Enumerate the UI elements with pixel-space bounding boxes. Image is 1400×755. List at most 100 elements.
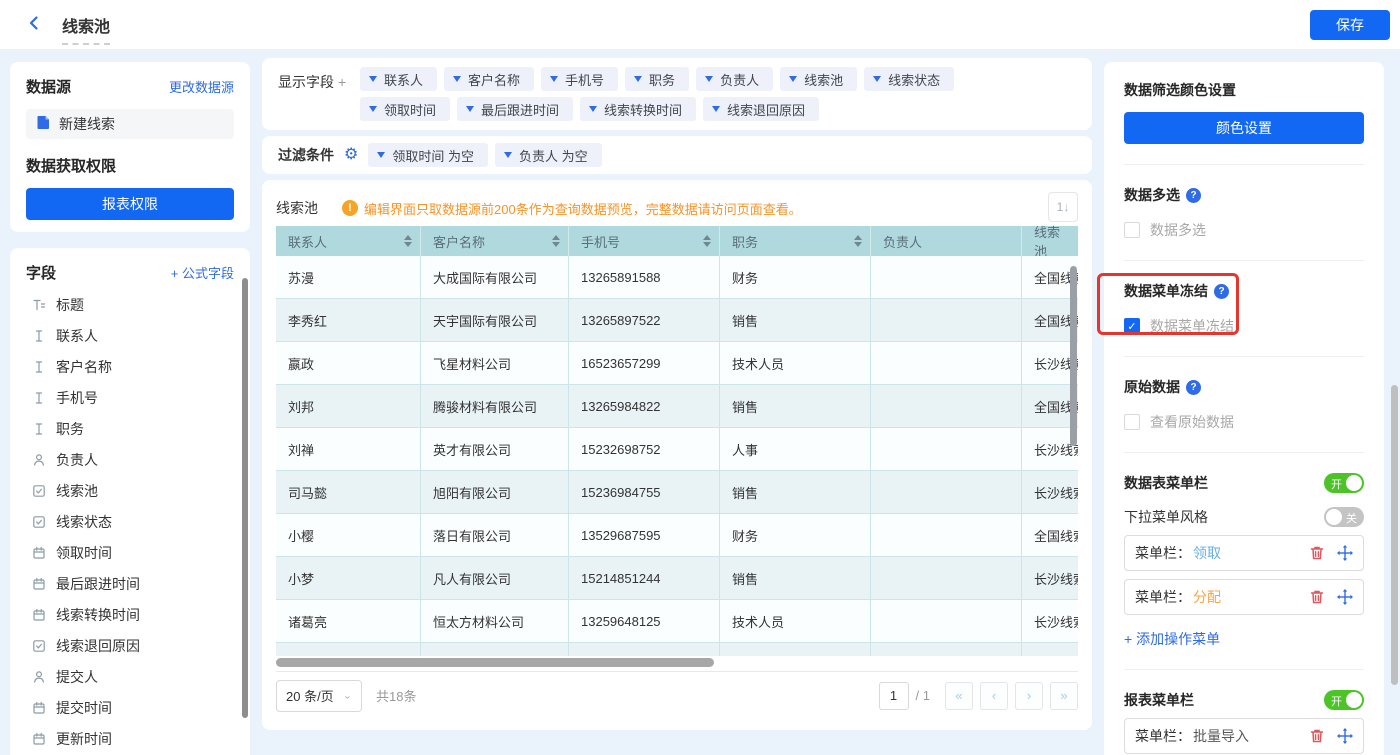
fields-scrollbar[interactable] bbox=[242, 278, 248, 718]
display-field-chip-联系人[interactable]: 联系人 bbox=[360, 67, 437, 91]
column-header-线索池[interactable]: 线索池 bbox=[1022, 226, 1078, 256]
filter-chip-领取时间 为空[interactable]: 领取时间 为空 bbox=[368, 143, 488, 167]
table-cell bbox=[1022, 643, 1078, 656]
first-page-button[interactable]: « bbox=[945, 682, 973, 710]
table-row[interactable]: 小梦凡人有限公司15214851244销售长沙线索 bbox=[276, 557, 1078, 600]
field-item-线索状态[interactable]: 线索状态 bbox=[26, 506, 234, 537]
report-permission-button[interactable]: 报表权限 bbox=[26, 188, 234, 220]
column-header-负责人[interactable]: 负责人 bbox=[871, 226, 1022, 256]
display-field-chip-线索状态[interactable]: 线索状态 bbox=[864, 67, 954, 91]
table-row[interactable]: 刘禅英才有限公司15232698752人事长沙线索 bbox=[276, 428, 1078, 471]
display-field-chip-线索转换时间[interactable]: 线索转换时间 bbox=[580, 97, 696, 121]
table-row[interactable]: 司马懿旭阳有限公司15236984755销售长沙线索 bbox=[276, 471, 1078, 514]
field-item-标题[interactable]: 标题 bbox=[26, 289, 234, 320]
save-button[interactable]: 保存 bbox=[1310, 10, 1390, 40]
field-label: 联系人 bbox=[56, 326, 98, 346]
multi-select-checkbox-row[interactable]: 数据多选 bbox=[1124, 220, 1364, 240]
table-row[interactable]: 诸葛亮恒太方材料公司13259648125技术人员长沙线索 bbox=[276, 600, 1078, 643]
question-icon[interactable]: ? bbox=[1186, 188, 1201, 203]
chevron-down-icon bbox=[873, 76, 881, 82]
move-icon[interactable] bbox=[1337, 545, 1353, 561]
question-icon[interactable]: ? bbox=[1214, 284, 1229, 299]
calendar-icon bbox=[32, 732, 46, 746]
field-item-线索池[interactable]: 线索池 bbox=[26, 475, 234, 506]
field-item-线索退回原因[interactable]: 线索退回原因 bbox=[26, 630, 234, 661]
table-cell bbox=[276, 643, 421, 656]
field-item-提交人[interactable]: 提交人 bbox=[26, 661, 234, 692]
display-field-chip-领取时间[interactable]: 领取时间 bbox=[360, 97, 450, 121]
table-menu-toggle[interactable]: 开 bbox=[1324, 473, 1364, 493]
table-row[interactable]: 小樱落日有限公司13529687595财务全国线索 bbox=[276, 514, 1078, 557]
page-number-input[interactable]: 1 bbox=[879, 682, 909, 710]
raw-data-checkbox-row[interactable]: 查看原始数据 bbox=[1124, 412, 1364, 432]
field-item-领取时间[interactable]: 领取时间 bbox=[26, 537, 234, 568]
multi-select-checkbox[interactable] bbox=[1124, 222, 1140, 238]
display-field-chip-线索退回原因[interactable]: 线索退回原因 bbox=[703, 97, 819, 121]
chip-label: 线索状态 bbox=[888, 70, 940, 89]
table-row[interactable]: 李秀红天宇国际有限公司13265897522销售全国线索 bbox=[276, 299, 1078, 342]
page-size-select[interactable]: 20 条/页 ⌄ bbox=[276, 680, 362, 712]
field-item-职务[interactable]: 职务 bbox=[26, 413, 234, 444]
table-cell: 销售 bbox=[720, 471, 871, 514]
table-cell: 长沙线索 bbox=[1022, 600, 1078, 643]
gear-icon[interactable]: ⚙ bbox=[344, 147, 358, 163]
sort-icon[interactable] bbox=[552, 235, 560, 247]
column-header-职务[interactable]: 职务 bbox=[720, 226, 871, 256]
prev-page-button[interactable]: ‹ bbox=[980, 682, 1008, 710]
dropdown-style-toggle[interactable]: 关 bbox=[1324, 507, 1364, 527]
sort-icon[interactable] bbox=[854, 235, 862, 247]
field-item-联系人[interactable]: 联系人 bbox=[26, 320, 234, 351]
table-cell: 人事 bbox=[720, 428, 871, 471]
datasource-item[interactable]: 新建线索 bbox=[26, 109, 234, 139]
column-header-客户名称[interactable]: 客户名称 bbox=[421, 226, 569, 256]
menu-freeze-checkbox-row[interactable]: ✓ 数据菜单冻结 bbox=[1124, 316, 1364, 336]
field-item-负责人[interactable]: 负责人 bbox=[26, 444, 234, 475]
window-scrollbar[interactable] bbox=[1391, 385, 1398, 685]
table-row[interactable]: 嬴政飞星材料公司16523657299技术人员长沙线索 bbox=[276, 342, 1078, 385]
back-button[interactable] bbox=[26, 15, 42, 34]
chevron-down-icon bbox=[634, 76, 642, 82]
field-item-客户名称[interactable]: 客户名称 bbox=[26, 351, 234, 382]
horizontal-scroll-thumb[interactable] bbox=[276, 658, 714, 667]
question-icon[interactable]: ? bbox=[1186, 380, 1201, 395]
preview-notice: 编辑界面只取数据源前200条作为查询数据预览，完整数据请访问页面查看。 bbox=[364, 199, 802, 218]
color-setting-button[interactable]: 颜色设置 bbox=[1124, 112, 1364, 144]
add-formula-field-link[interactable]: + 公式字段 bbox=[171, 263, 234, 282]
field-item-更新时间[interactable]: 更新时间 bbox=[26, 723, 234, 754]
next-page-button[interactable]: › bbox=[1015, 682, 1043, 710]
move-icon[interactable] bbox=[1337, 589, 1353, 605]
table-row[interactable]: 刘邦腾骏材料有限公司13265984822销售全国线索 bbox=[276, 385, 1078, 428]
sort-order-button[interactable]: 1↓ bbox=[1048, 192, 1078, 222]
table-header-row: 联系人客户名称手机号职务负责人线索池 bbox=[276, 226, 1078, 256]
field-item-线索转换时间[interactable]: 线索转换时间 bbox=[26, 599, 234, 630]
last-page-button[interactable]: » bbox=[1050, 682, 1078, 710]
move-icon[interactable] bbox=[1337, 728, 1353, 744]
trash-icon[interactable] bbox=[1309, 589, 1325, 605]
table-vertical-scrollbar[interactable] bbox=[1070, 266, 1077, 446]
settings-panel: 数据筛选颜色设置 颜色设置 数据多选 ? 数据多选 数据菜单冻结 ? ✓ 数据菜… bbox=[1104, 62, 1384, 755]
display-field-chip-线索池[interactable]: 线索池 bbox=[780, 67, 857, 91]
display-field-chip-最后跟进时间[interactable]: 最后跟进时间 bbox=[457, 97, 573, 121]
add-action-menu-link[interactable]: + 添加操作菜单 bbox=[1124, 629, 1220, 649]
trash-icon[interactable] bbox=[1309, 545, 1325, 561]
calendar-icon bbox=[32, 577, 46, 591]
field-item-最后跟进时间[interactable]: 最后跟进时间 bbox=[26, 568, 234, 599]
report-menu-toggle[interactable]: 开 bbox=[1324, 690, 1364, 710]
trash-icon[interactable] bbox=[1309, 728, 1325, 744]
column-header-联系人[interactable]: 联系人 bbox=[276, 226, 421, 256]
sort-icon[interactable] bbox=[404, 235, 412, 247]
display-field-chip-职务[interactable]: 职务 bbox=[625, 67, 689, 91]
sort-icon[interactable] bbox=[703, 235, 711, 247]
add-display-field-button[interactable]: + bbox=[338, 74, 346, 90]
change-datasource-link[interactable]: 更改数据源 bbox=[169, 77, 234, 96]
column-header-手机号[interactable]: 手机号 bbox=[569, 226, 720, 256]
menu-freeze-checkbox[interactable]: ✓ bbox=[1124, 318, 1140, 334]
display-field-chip-负责人[interactable]: 负责人 bbox=[696, 67, 773, 91]
field-item-提交时间[interactable]: 提交时间 bbox=[26, 692, 234, 723]
filter-chip-负责人 为空[interactable]: 负责人 为空 bbox=[495, 143, 602, 167]
raw-data-checkbox[interactable] bbox=[1124, 414, 1140, 430]
table-row[interactable]: 苏漫大成国际有限公司13265891588财务全国线索 bbox=[276, 256, 1078, 299]
field-item-手机号[interactable]: 手机号 bbox=[26, 382, 234, 413]
display-field-chip-客户名称[interactable]: 客户名称 bbox=[444, 67, 534, 91]
display-field-chip-手机号[interactable]: 手机号 bbox=[541, 67, 618, 91]
